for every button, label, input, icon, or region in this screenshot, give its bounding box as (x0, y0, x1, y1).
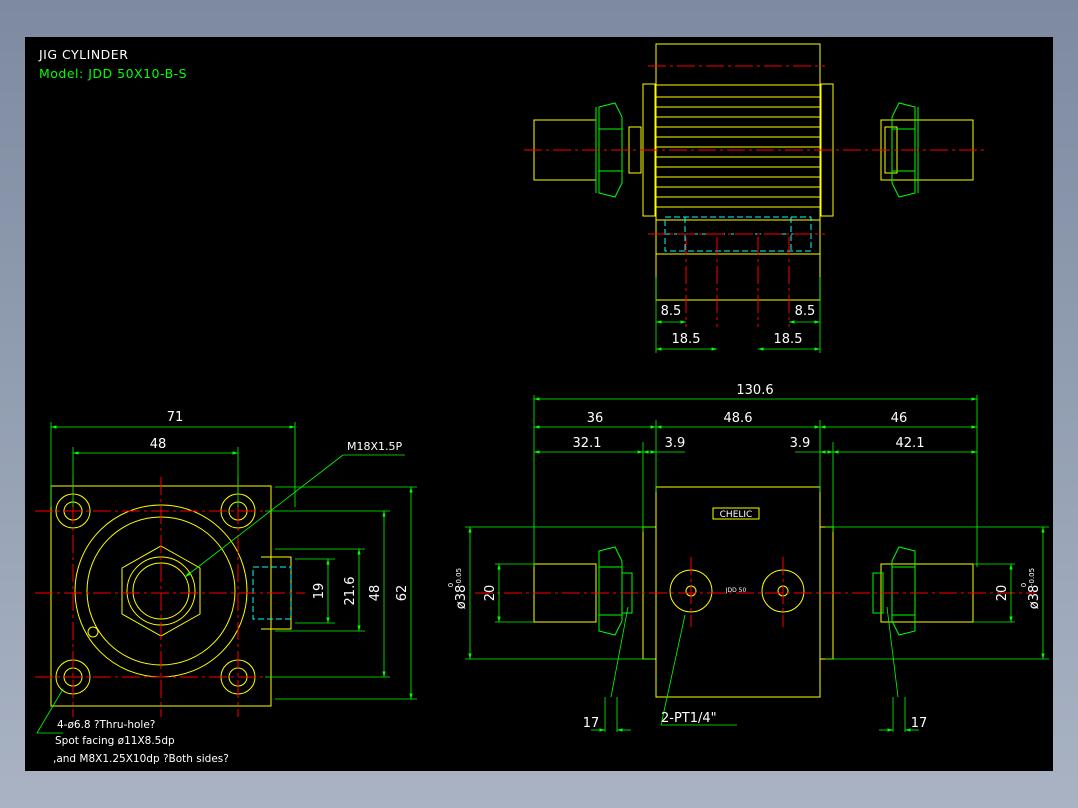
side-view: 71 48 19 21.6 48 62 M18X1.5P 4-ø6.8 ?Thr… (35, 410, 417, 765)
front-view: CHELIC JDD 50 130.6 36 48.6 46 32.1 3.9 … (447, 383, 1049, 732)
dim-left-321: 32.1 (573, 436, 602, 451)
dim-height-62: 62 (395, 585, 410, 602)
note-spot-facing: Spot facing ø11X8.5dp (55, 735, 175, 747)
dim-nut-17-right: 17 (911, 716, 928, 731)
dim-pitch-48: 48 (150, 437, 167, 452)
dim-top-right-85: 8.5 (795, 304, 816, 319)
top-view: 8.5 8.5 18.5 18.5 (524, 43, 985, 353)
tol-lower-right: -0.05 (1028, 568, 1036, 586)
tol-upper-right: 0 (1020, 583, 1028, 587)
dim-port-19: 19 (312, 583, 327, 600)
brand-plate: CHELIC (720, 510, 753, 520)
dim-mid-486: 48.6 (724, 411, 753, 426)
note-tap: ,and M8X1.25X10dp ?Both sides? (53, 753, 229, 765)
dim-right-421: 42.1 (896, 436, 925, 451)
dim-left-39: 3.9 (665, 436, 686, 451)
dim-rod-20-left: 20 (483, 585, 498, 602)
dim-nut-17-left: 17 (583, 716, 600, 731)
plate-model: JDD 50 (725, 587, 747, 594)
dim-bore-right: ø38 (1027, 585, 1042, 610)
note-holes: 4-ø6.8 ?Thru-hole? (57, 719, 155, 731)
dim-top-left-185: 18.5 (672, 332, 701, 347)
note-ports: 2-PT1/4" (661, 711, 717, 726)
dim-bore-left: ø38 (454, 585, 469, 610)
dim-right-39: 3.9 (790, 436, 811, 451)
dim-right-46: 46 (891, 411, 908, 426)
dim-left-36: 36 (587, 411, 604, 426)
tol-upper-left: 0 (447, 583, 455, 587)
note-thread: M18X1.5P (347, 440, 403, 453)
dim-rod-20-right: 20 (995, 585, 1010, 602)
dim-port-216: 21.6 (343, 577, 358, 606)
dim-pitch-48v: 48 (368, 585, 383, 602)
cad-viewport[interactable]: JIG CYLINDER Model: JDD 50X10-B-S 8.5 8.… (25, 37, 1053, 771)
dim-top-left-85: 8.5 (661, 304, 682, 319)
dim-width-71: 71 (167, 410, 184, 425)
tol-lower-left: -0.05 (455, 568, 463, 586)
dim-overall: 130.6 (736, 383, 773, 398)
dim-top-right-185: 18.5 (774, 332, 803, 347)
drawing-canvas: 8.5 8.5 18.5 18.5 CHELIC JDD 50 130.6 36… (35, 43, 1049, 765)
